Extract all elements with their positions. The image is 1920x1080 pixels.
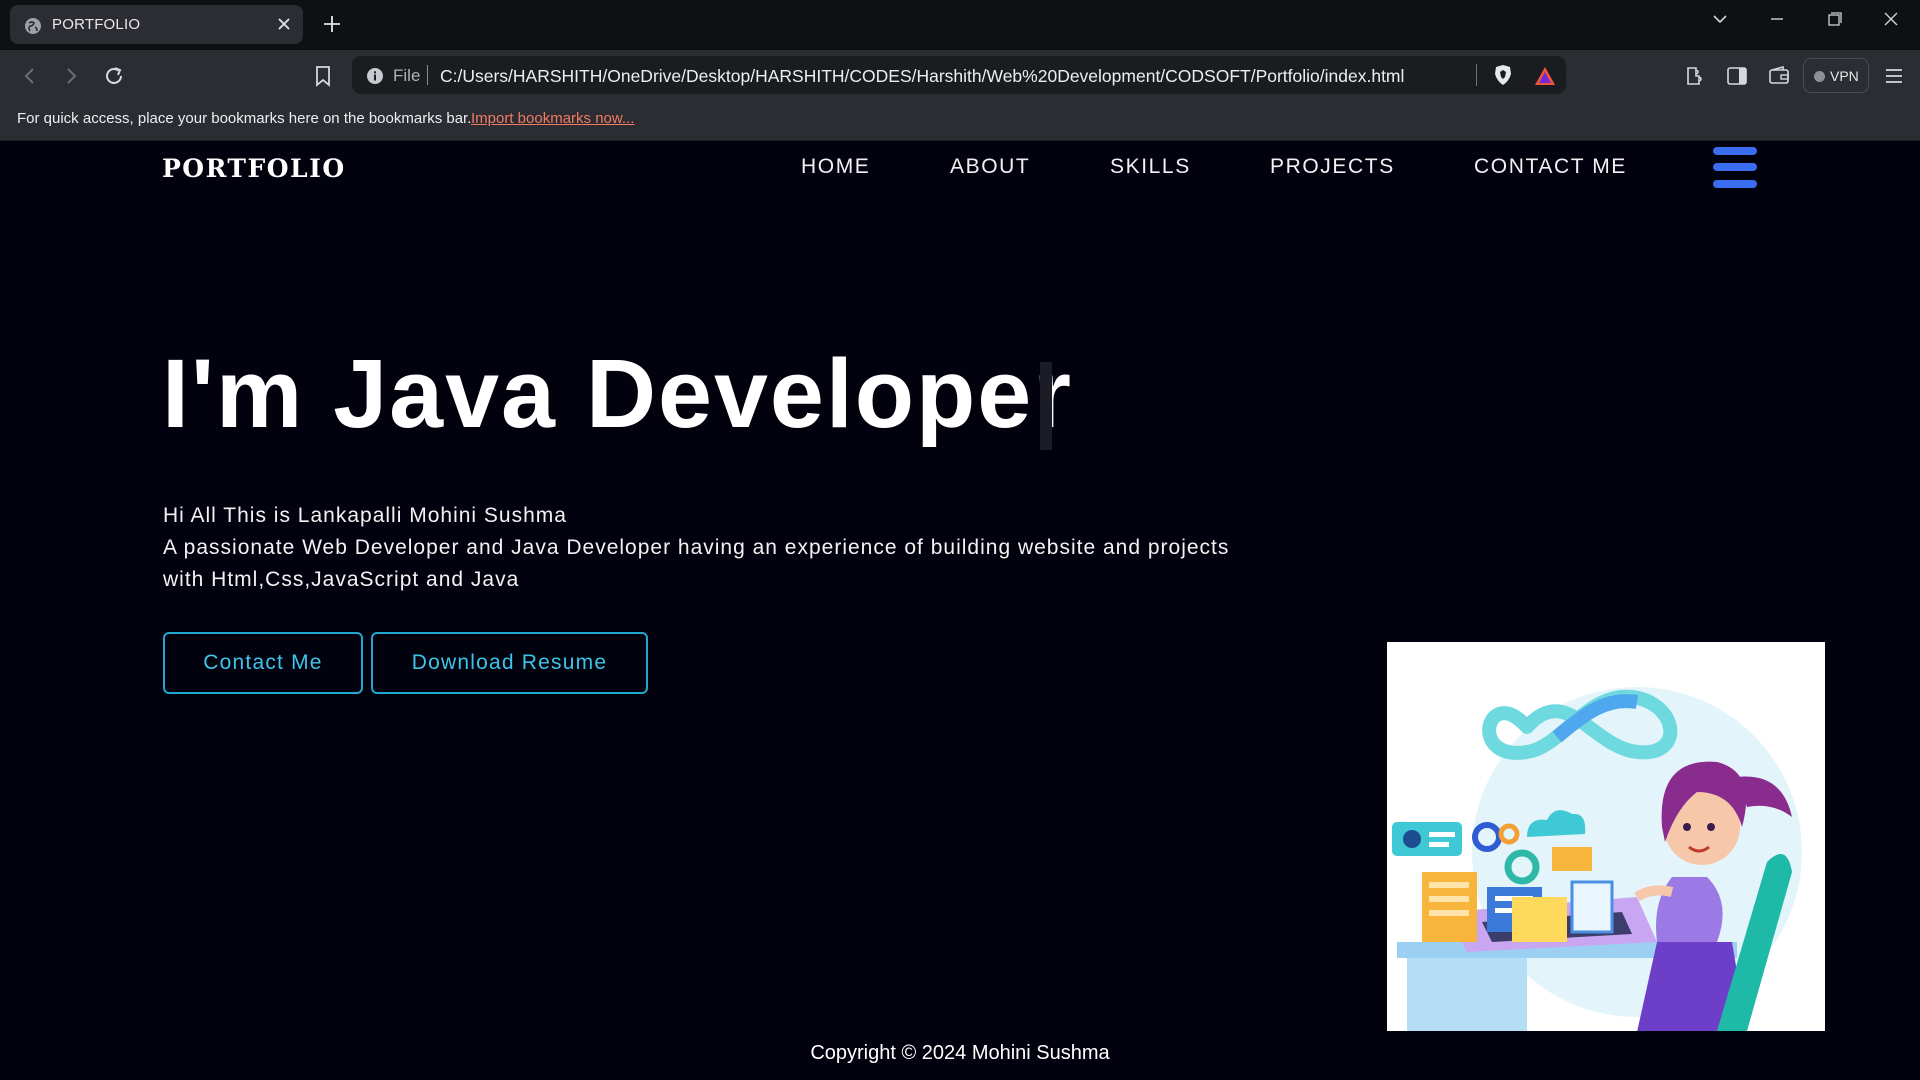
bookmarks-bar: For quick access, place your bookmarks h… [0, 100, 1920, 141]
vpn-label: VPN [1830, 68, 1859, 84]
forward-icon[interactable] [58, 63, 84, 89]
nav-projects[interactable]: PROJECTS [1270, 155, 1395, 179]
browser-toolbar: File C:/Users/HARSHITH/OneDrive/Desktop/… [0, 50, 1920, 100]
address-divider [427, 65, 428, 85]
new-tab-icon[interactable] [321, 13, 343, 35]
browser-menu-icon[interactable] [1882, 64, 1906, 88]
vpn-status-icon [1814, 71, 1825, 82]
footer-copyright: Copyright © 2024 Mohini Sushma [810, 1042, 1110, 1064]
intro-description: A passionate Web Developer and Java Deve… [163, 536, 1230, 559]
bookmarks-bar-message: For quick access, place your bookmarks h… [17, 110, 472, 127]
nav-home[interactable]: HOME [801, 155, 870, 179]
url-text[interactable]: C:/Users/HARSHITH/OneDrive/Desktop/HARSH… [440, 66, 1404, 87]
download-resume-button[interactable]: Download Resume [371, 632, 648, 694]
info-icon[interactable] [366, 67, 384, 85]
intro-greeting: Hi All This is Lankapalli Mohini Sushma [163, 504, 567, 527]
contact-me-button[interactable]: Contact Me [163, 632, 363, 694]
hero-headline: I'm Java Developer [162, 339, 1073, 448]
nav-contact-me[interactable]: CONTACT ME [1474, 155, 1627, 179]
globe-icon [25, 18, 41, 34]
intro-skills: with Html,Css,JavaScript and Java [163, 568, 520, 591]
tab-title: PORTFOLIO [52, 16, 141, 33]
developer-illustration [1387, 642, 1825, 1031]
back-icon[interactable] [17, 63, 43, 89]
portfolio-page: PORTFOLIO HOME ABOUT SKILLS PROJECTS CON… [0, 141, 1920, 1080]
wallet-icon[interactable] [1767, 64, 1791, 88]
address-divider [1476, 64, 1477, 86]
typing-cursor [1040, 362, 1052, 450]
site-logo[interactable]: PORTFOLIO [162, 154, 346, 183]
brave-shields-icon[interactable] [1493, 64, 1513, 86]
minimize-window-icon[interactable] [1762, 8, 1792, 30]
nav-about[interactable]: ABOUT [950, 155, 1030, 179]
tab-search-chevron-icon[interactable] [1705, 8, 1735, 30]
close-tab-icon[interactable] [275, 15, 293, 33]
nav-skills[interactable]: SKILLS [1110, 155, 1191, 179]
browser-tab-strip: PORTFOLIO [0, 0, 1920, 50]
close-window-icon[interactable] [1876, 8, 1906, 30]
hamburger-menu-icon[interactable] [1712, 145, 1758, 191]
restore-window-icon[interactable] [1819, 8, 1849, 30]
sidebar-toggle-icon[interactable] [1725, 64, 1749, 88]
brave-rewards-icon[interactable] [1534, 66, 1556, 86]
browser-tab[interactable]: PORTFOLIO [10, 5, 303, 44]
import-bookmarks-link[interactable]: Import bookmarks now... [471, 110, 634, 127]
bookmark-icon[interactable] [310, 63, 336, 89]
reload-icon[interactable] [101, 63, 127, 89]
url-scheme: File [393, 66, 421, 85]
extensions-icon[interactable] [1683, 64, 1707, 88]
vpn-button[interactable]: VPN [1803, 58, 1869, 93]
address-bar[interactable]: File C:/Users/HARSHITH/OneDrive/Desktop/… [352, 56, 1566, 94]
hero-intro: Hi All This is Lankapalli Mohini Sushma … [163, 500, 1303, 596]
